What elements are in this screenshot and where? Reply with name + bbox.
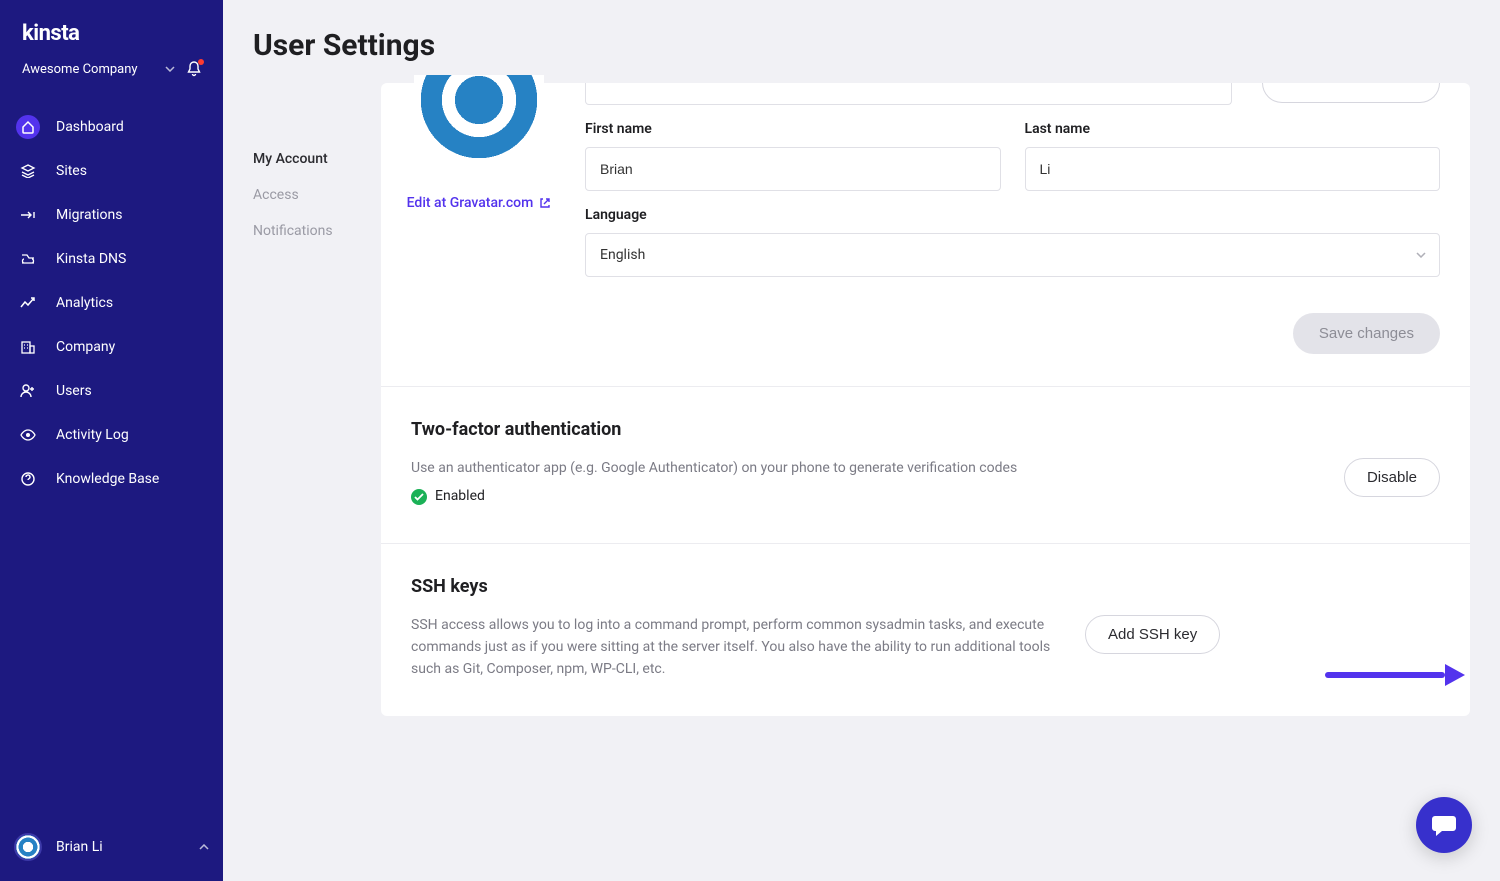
annotation-arrow <box>1325 664 1465 686</box>
chevron-up-icon <box>199 844 209 850</box>
sidebar-item-label: Analytics <box>56 295 113 311</box>
avatar-column: Edit at Gravatar.com <box>403 83 555 354</box>
notification-dot <box>198 59 204 65</box>
dns-icon <box>16 247 40 271</box>
twofa-section: Two-factor authentication Use an authent… <box>381 386 1470 543</box>
chat-fab[interactable] <box>1416 797 1472 853</box>
sidebar-user-menu[interactable]: Brian Li <box>0 819 223 881</box>
ssh-title: SSH keys <box>411 576 1440 597</box>
sidebar-item-users[interactable]: Users <box>0 369 223 413</box>
home-icon <box>16 115 40 139</box>
last-name-label: Last name <box>1025 121 1441 137</box>
avatar-large <box>414 75 544 171</box>
twofa-enabled-label: Enabled <box>435 486 485 508</box>
sidebar-item-label: Migrations <box>56 207 123 223</box>
sidebar-item-label: Sites <box>56 163 87 179</box>
logo-text: kinsta <box>22 21 79 46</box>
page-title: User Settings <box>223 0 1500 83</box>
check-icon <box>411 489 427 505</box>
first-name-label: First name <box>585 121 1001 137</box>
sidebar-item-analytics[interactable]: Analytics <box>0 281 223 325</box>
subnav-my-account[interactable]: My Account <box>253 141 381 177</box>
email-field[interactable] <box>585 83 1232 105</box>
sidebar-user-name: Brian Li <box>56 839 103 855</box>
sidebar-item-dns[interactable]: Kinsta DNS <box>0 237 223 281</box>
partial-button[interactable] <box>1262 83 1440 103</box>
save-changes-button[interactable]: Save changes <box>1293 313 1440 354</box>
subnav-access[interactable]: Access <box>253 177 381 213</box>
notifications-bell-icon[interactable] <box>187 61 201 77</box>
add-ssh-key-button[interactable]: Add SSH key <box>1085 615 1220 654</box>
sidebar-item-knowledge[interactable]: Knowledge Base <box>0 457 223 501</box>
sidebar-item-label: Kinsta DNS <box>56 251 126 267</box>
sidebar-item-label: Activity Log <box>56 427 129 443</box>
sidebar-item-dashboard[interactable]: Dashboard <box>0 105 223 149</box>
primary-nav: Dashboard Sites Migrations Kinsta DNS An… <box>0 95 223 501</box>
chevron-down-icon <box>165 66 175 72</box>
twofa-status: Enabled <box>411 486 1320 508</box>
migrate-icon <box>16 203 40 227</box>
profile-section: Edit at Gravatar.com First name <box>381 83 1470 386</box>
external-link-icon <box>539 197 551 209</box>
first-name-input[interactable] <box>585 147 1001 191</box>
main: User Settings My Account Access Notifica… <box>223 0 1500 881</box>
gravatar-link-text: Edit at Gravatar.com <box>407 195 534 211</box>
avatar <box>14 833 42 861</box>
language-select[interactable]: English <box>585 233 1440 277</box>
sidebar-item-label: Knowledge Base <box>56 471 159 487</box>
layers-icon <box>16 159 40 183</box>
disable-twofa-button[interactable]: Disable <box>1344 458 1440 497</box>
language-value: English <box>600 247 645 263</box>
ssh-description: SSH access allows you to log into a comm… <box>411 617 1050 676</box>
sidebar-item-label: Users <box>56 383 92 399</box>
company-name: Awesome Company <box>22 62 138 77</box>
logo: kinsta <box>0 0 223 57</box>
sidebar-item-label: Dashboard <box>56 119 124 135</box>
edit-gravatar-link[interactable]: Edit at Gravatar.com <box>407 195 552 211</box>
sidebar-item-label: Company <box>56 339 115 355</box>
sidebar-item-activity[interactable]: Activity Log <box>0 413 223 457</box>
analytics-icon <box>16 291 40 315</box>
company-selector[interactable]: Awesome Company <box>0 57 223 95</box>
building-icon <box>16 335 40 359</box>
subnav-notifications[interactable]: Notifications <box>253 213 381 249</box>
sidebar-item-sites[interactable]: Sites <box>0 149 223 193</box>
chat-icon <box>1431 813 1457 837</box>
help-icon <box>16 467 40 491</box>
eye-icon <box>16 423 40 447</box>
language-label: Language <box>585 207 1440 223</box>
sidebar-item-company[interactable]: Company <box>0 325 223 369</box>
user-plus-icon <box>16 379 40 403</box>
twofa-description: Use an authenticator app (e.g. Google Au… <box>411 458 1320 480</box>
sidebar-item-migrations[interactable]: Migrations <box>0 193 223 237</box>
sidebar: kinsta Awesome Company Dashboard Sites <box>0 0 223 881</box>
last-name-input[interactable] <box>1025 147 1441 191</box>
settings-subnav: My Account Access Notifications <box>253 83 381 716</box>
twofa-title: Two-factor authentication <box>411 419 1440 440</box>
ssh-section: SSH keys SSH access allows you to log in… <box>381 543 1470 716</box>
